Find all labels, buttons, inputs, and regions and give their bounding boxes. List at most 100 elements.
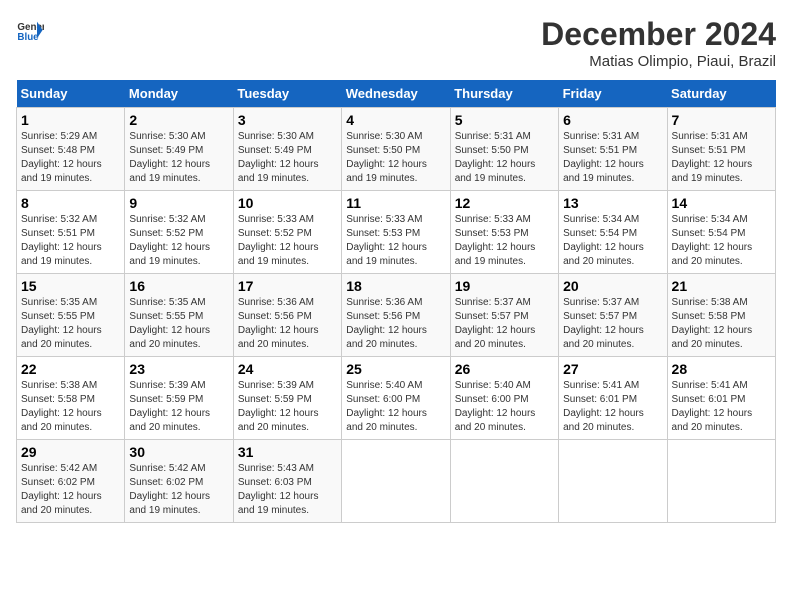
day-of-week-header: Thursday xyxy=(450,80,558,108)
calendar-week-row: 29Sunrise: 5:42 AMSunset: 6:02 PMDayligh… xyxy=(17,440,776,523)
calendar-day-cell: 1 Sunrise: 5:29 AMSunset: 5:48 PMDaylight… xyxy=(17,108,125,191)
calendar-day-cell: 8 Sunrise: 5:32 AMSunset: 5:51 PMDaylight… xyxy=(17,191,125,274)
calendar-day-cell: 12 Sunrise: 5:33 AMSunset: 5:53 PMDayligh… xyxy=(450,191,558,274)
calendar-day-cell: 3Sunrise: 5:30 AMSunset: 5:49 PMDaylight… xyxy=(233,108,341,191)
calendar-day-cell: 10 Sunrise: 5:33 AMSunset: 5:52 PMDayligh… xyxy=(233,191,341,274)
day-info: Sunrise: 5:43 AMSunset: 6:03 PMDaylight:… xyxy=(238,462,337,518)
day-number: 16 xyxy=(129,278,228,294)
day-number: 19 xyxy=(455,278,554,294)
day-info: Sunrise: 5:35 AMSunset: 5:55 PMDaylight:… xyxy=(21,296,120,352)
day-number: 18 xyxy=(346,278,445,294)
calendar-week-row: 8 Sunrise: 5:32 AMSunset: 5:51 PMDaylight… xyxy=(17,191,776,274)
svg-text:Blue: Blue xyxy=(17,32,39,43)
calendar-body: 1 Sunrise: 5:29 AMSunset: 5:48 PMDaylight… xyxy=(17,108,776,523)
calendar-week-row: 1 Sunrise: 5:29 AMSunset: 5:48 PMDaylight… xyxy=(17,108,776,191)
day-of-week-header: Friday xyxy=(559,80,667,108)
logo: General Blue xyxy=(16,16,46,44)
day-number: 14 xyxy=(672,195,771,211)
calendar-day-cell: 31 Sunrise: 5:43 AMSunset: 6:03 PMDayligh… xyxy=(233,440,341,523)
day-info: Sunrise: 5:38 AMSunset: 5:58 PMDaylight:… xyxy=(672,296,771,352)
day-info: Sunrise: 5:42 AMSunset: 6:02 PMDaylight:… xyxy=(21,462,120,518)
day-number: 20 xyxy=(563,278,662,294)
day-info: Sunrise: 5:40 AMSunset: 6:00 PMDaylight:… xyxy=(455,379,554,435)
day-info: Sunrise: 5:33 AMSunset: 5:53 PMDaylight:… xyxy=(346,213,445,269)
day-number: 10 xyxy=(238,195,337,211)
title-area: December 2024 Matias Olimpio, Piaui, Bra… xyxy=(541,16,776,70)
calendar-header-row: SundayMondayTuesdayWednesdayThursdayFrid… xyxy=(17,80,776,108)
day-number: 30 xyxy=(129,444,228,460)
day-info: Sunrise: 5:29 AMSunset: 5:48 PMDaylight:… xyxy=(21,130,120,186)
day-info: Sunrise: 5:41 AMSunset: 6:01 PMDaylight:… xyxy=(563,379,662,435)
calendar-day-cell: 19Sunrise: 5:37 AMSunset: 5:57 PMDayligh… xyxy=(450,274,558,357)
day-info: Sunrise: 5:41 AMSunset: 6:01 PMDaylight:… xyxy=(672,379,771,435)
day-number: 23 xyxy=(129,361,228,377)
calendar-day-cell: 2 Sunrise: 5:30 AMSunset: 5:49 PMDaylight… xyxy=(125,108,233,191)
day-number: 17 xyxy=(238,278,337,294)
day-info: Sunrise: 5:35 AMSunset: 5:55 PMDaylight:… xyxy=(129,296,228,352)
day-info: Sunrise: 5:32 AMSunset: 5:51 PMDaylight:… xyxy=(21,213,120,269)
day-info: Sunrise: 5:31 AMSunset: 5:51 PMDaylight:… xyxy=(672,130,771,186)
day-number: 7 xyxy=(672,112,771,128)
day-number: 6 xyxy=(563,112,662,128)
day-number: 28 xyxy=(672,361,771,377)
calendar-day-cell xyxy=(559,440,667,523)
day-number: 1 xyxy=(21,112,120,128)
day-number: 11 xyxy=(346,195,445,211)
calendar-day-cell xyxy=(342,440,450,523)
calendar-day-cell: 27Sunrise: 5:41 AMSunset: 6:01 PMDayligh… xyxy=(559,357,667,440)
logo-icon: General Blue xyxy=(16,16,44,44)
calendar-day-cell: 11 Sunrise: 5:33 AMSunset: 5:53 PMDayligh… xyxy=(342,191,450,274)
day-number: 5 xyxy=(455,112,554,128)
day-info: Sunrise: 5:34 AMSunset: 5:54 PMDaylight:… xyxy=(672,213,771,269)
calendar-day-cell: 5Sunrise: 5:31 AMSunset: 5:50 PMDaylight… xyxy=(450,108,558,191)
calendar-day-cell: 26Sunrise: 5:40 AMSunset: 6:00 PMDayligh… xyxy=(450,357,558,440)
day-number: 25 xyxy=(346,361,445,377)
day-info: Sunrise: 5:31 AMSunset: 5:51 PMDaylight:… xyxy=(563,130,662,186)
calendar-day-cell: 25Sunrise: 5:40 AMSunset: 6:00 PMDayligh… xyxy=(342,357,450,440)
day-number: 31 xyxy=(238,444,337,460)
day-of-week-header: Tuesday xyxy=(233,80,341,108)
calendar-day-cell: 14 Sunrise: 5:34 AMSunset: 5:54 PMDayligh… xyxy=(667,191,775,274)
calendar-day-cell: 22 Sunrise: 5:38 AMSunset: 5:58 PMDayligh… xyxy=(17,357,125,440)
day-info: Sunrise: 5:33 AMSunset: 5:52 PMDaylight:… xyxy=(238,213,337,269)
day-number: 12 xyxy=(455,195,554,211)
calendar-day-cell: 13 Sunrise: 5:34 AMSunset: 5:54 PMDayligh… xyxy=(559,191,667,274)
calendar-day-cell: 30Sunrise: 5:42 AMSunset: 6:02 PMDayligh… xyxy=(125,440,233,523)
calendar-day-cell xyxy=(667,440,775,523)
calendar-day-cell: 28 Sunrise: 5:41 AMSunset: 6:01 PMDayligh… xyxy=(667,357,775,440)
calendar-day-cell: 18 Sunrise: 5:36 AMSunset: 5:56 PMDayligh… xyxy=(342,274,450,357)
page-header: General Blue December 2024 Matias Olimpi… xyxy=(16,16,776,70)
day-info: Sunrise: 5:38 AMSunset: 5:58 PMDaylight:… xyxy=(21,379,120,435)
day-info: Sunrise: 5:34 AMSunset: 5:54 PMDaylight:… xyxy=(563,213,662,269)
day-number: 15 xyxy=(21,278,120,294)
day-info: Sunrise: 5:36 AMSunset: 5:56 PMDaylight:… xyxy=(238,296,337,352)
calendar-day-cell: 15 Sunrise: 5:35 AMSunset: 5:55 PMDayligh… xyxy=(17,274,125,357)
day-number: 13 xyxy=(563,195,662,211)
calendar-day-cell: 29Sunrise: 5:42 AMSunset: 6:02 PMDayligh… xyxy=(17,440,125,523)
day-info: Sunrise: 5:30 AMSunset: 5:49 PMDaylight:… xyxy=(129,130,228,186)
calendar-day-cell: 4Sunrise: 5:30 AMSunset: 5:50 PMDaylight… xyxy=(342,108,450,191)
day-info: Sunrise: 5:39 AMSunset: 5:59 PMDaylight:… xyxy=(129,379,228,435)
day-info: Sunrise: 5:30 AMSunset: 5:50 PMDaylight:… xyxy=(346,130,445,186)
location-title: Matias Olimpio, Piaui, Brazil xyxy=(541,53,776,70)
day-number: 2 xyxy=(129,112,228,128)
day-info: Sunrise: 5:36 AMSunset: 5:56 PMDaylight:… xyxy=(346,296,445,352)
calendar-day-cell: 20 Sunrise: 5:37 AMSunset: 5:57 PMDayligh… xyxy=(559,274,667,357)
day-number: 8 xyxy=(21,195,120,211)
calendar-day-cell: 9 Sunrise: 5:32 AMSunset: 5:52 PMDaylight… xyxy=(125,191,233,274)
day-of-week-header: Sunday xyxy=(17,80,125,108)
day-of-week-header: Wednesday xyxy=(342,80,450,108)
day-info: Sunrise: 5:32 AMSunset: 5:52 PMDaylight:… xyxy=(129,213,228,269)
calendar-table: SundayMondayTuesdayWednesdayThursdayFrid… xyxy=(16,80,776,523)
day-info: Sunrise: 5:33 AMSunset: 5:53 PMDaylight:… xyxy=(455,213,554,269)
day-number: 22 xyxy=(21,361,120,377)
day-number: 24 xyxy=(238,361,337,377)
day-number: 3 xyxy=(238,112,337,128)
calendar-week-row: 15 Sunrise: 5:35 AMSunset: 5:55 PMDayligh… xyxy=(17,274,776,357)
calendar-day-cell: 7 Sunrise: 5:31 AMSunset: 5:51 PMDaylight… xyxy=(667,108,775,191)
calendar-day-cell: 17 Sunrise: 5:36 AMSunset: 5:56 PMDayligh… xyxy=(233,274,341,357)
day-number: 21 xyxy=(672,278,771,294)
day-info: Sunrise: 5:39 AMSunset: 5:59 PMDaylight:… xyxy=(238,379,337,435)
day-number: 9 xyxy=(129,195,228,211)
day-info: Sunrise: 5:37 AMSunset: 5:57 PMDaylight:… xyxy=(563,296,662,352)
